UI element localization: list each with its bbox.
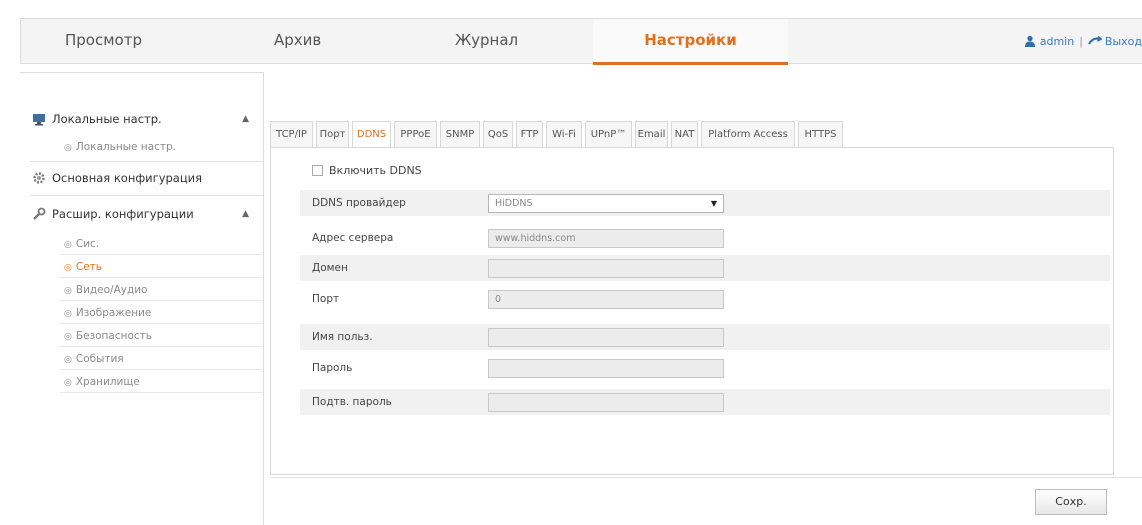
sidebar: Локальные настр. ▲ ◎ Локальные настр. Осн…	[20, 72, 264, 525]
sidebar-group-label: Локальные настр.	[52, 112, 162, 126]
tab-upnp[interactable]: UPnP™	[585, 121, 632, 148]
bullet-icon: ◎	[64, 378, 72, 388]
bullet-icon: ◎	[64, 332, 72, 342]
sidebar-item-security[interactable]: ◎ Безопасность	[60, 325, 263, 347]
tab-wifi[interactable]: Wi-Fi	[546, 121, 582, 148]
nav-tab-playback[interactable]: Архив	[274, 19, 321, 64]
enable-ddns-label: Включить DDNS	[329, 164, 422, 177]
wrench-icon	[33, 207, 46, 220]
user-area: admin | Выход	[1024, 19, 1142, 64]
sidebar-group-local[interactable]: Локальные настр. ▲	[20, 103, 263, 135]
sidebar-item-storage[interactable]: ◎ Хранилище	[60, 371, 263, 393]
sidebar-item-label: Хранилище	[75, 376, 140, 388]
sidebar-item-image[interactable]: ◎ Изображение	[60, 302, 263, 324]
logout-icon	[1088, 35, 1103, 45]
gear-icon	[33, 172, 45, 184]
password-field[interactable]	[488, 359, 724, 378]
username-label: Имя польз.	[312, 331, 373, 343]
tab-ddns[interactable]: DDNS	[352, 121, 391, 148]
tab-https[interactable]: HTTPS	[798, 121, 843, 148]
sidebar-group-label: Основная конфигурация	[52, 171, 203, 185]
tab-nat[interactable]: NAT	[671, 121, 698, 148]
bullet-icon: ◎	[64, 286, 72, 296]
monitor-icon	[33, 114, 45, 126]
server-label: Адрес сервера	[312, 232, 394, 244]
tab-tcpip[interactable]: TCP/IP	[270, 121, 313, 148]
divider	[270, 477, 1142, 478]
domain-label: Домен	[312, 262, 348, 274]
save-button[interactable]: Сохр.	[1035, 489, 1107, 515]
username-field[interactable]	[488, 328, 724, 347]
tab-port[interactable]: Порт	[316, 121, 349, 148]
bullet-icon: ◎	[64, 263, 72, 273]
sidebar-item-system[interactable]: ◎ Сис.	[60, 233, 263, 255]
sidebar-item-label: Локальные настр.	[75, 141, 176, 153]
enable-ddns-checkbox[interactable]	[312, 165, 323, 176]
nav-tab-log[interactable]: Журнал	[455, 19, 518, 64]
form-row-server: Адрес сервера www.hiddns.com	[300, 225, 1110, 251]
form-row-password: Пароль	[300, 355, 1110, 381]
provider-value: HiDDNS	[495, 198, 533, 209]
dropdown-arrow-icon: ▼	[710, 199, 717, 208]
enable-ddns-row: Включить DDNS	[312, 164, 422, 177]
tab-pppoe[interactable]: PPPoE	[394, 121, 437, 148]
sidebar-item-video-audio[interactable]: ◎ Видео/Аудио	[60, 279, 263, 301]
divider	[30, 195, 263, 196]
tab-email[interactable]: Email	[635, 121, 668, 148]
nav-tab-configuration[interactable]: Настройки	[593, 19, 788, 65]
tab-qos[interactable]: QoS	[483, 121, 513, 148]
collapse-arrow-icon[interactable]: ▲	[242, 103, 249, 135]
bullet-icon: ◎	[64, 240, 72, 250]
sidebar-item-label: Безопасность	[75, 330, 152, 342]
username-link[interactable]: admin	[1040, 35, 1074, 48]
bullet-icon: ◎	[64, 143, 72, 153]
sidebar-item-local-settings[interactable]: ◎ Локальные настр.	[60, 136, 263, 158]
form-row-port: Порт 0	[300, 286, 1110, 312]
port-label: Порт	[312, 293, 340, 305]
provider-label: DDNS провайдер	[312, 197, 406, 209]
top-navigation: Просмотр Архив Журнал Настройки admin | В…	[20, 18, 1142, 65]
form-row-domain: Домен	[300, 255, 1110, 281]
tab-snmp[interactable]: SNMP	[440, 121, 480, 148]
confirm-password-field[interactable]	[488, 393, 724, 412]
form-row-confirm-password: Подтв. пароль	[300, 389, 1110, 415]
sidebar-item-label: Сеть	[75, 261, 102, 273]
domain-field[interactable]	[488, 259, 724, 278]
tab-platform-access[interactable]: Platform Access	[701, 121, 795, 148]
nav-tab-live-view[interactable]: Просмотр	[65, 19, 142, 64]
collapse-arrow-icon[interactable]: ▲	[242, 198, 249, 230]
sidebar-item-label: Сис.	[75, 238, 100, 250]
sidebar-group-advanced-config[interactable]: Расшир. конфигурации ▲	[20, 198, 263, 230]
form-row-username: Имя польз.	[300, 324, 1110, 350]
sidebar-item-label: Видео/Аудио	[75, 284, 148, 296]
user-icon	[1024, 35, 1035, 47]
sidebar-group-basic-config[interactable]: Основная конфигурация	[20, 162, 263, 194]
confirm-password-label: Подтв. пароль	[312, 396, 392, 408]
sidebar-group-label: Расшир. конфигурации	[52, 207, 194, 221]
port-field[interactable]: 0	[488, 290, 724, 309]
sidebar-item-network[interactable]: ◎ Сеть	[60, 256, 263, 278]
sidebar-item-label: События	[75, 353, 124, 365]
server-address-field[interactable]: www.hiddns.com	[488, 229, 724, 248]
tab-ftp[interactable]: FTP	[516, 121, 543, 148]
form-row-provider: DDNS провайдер HiDDNS ▼	[300, 190, 1110, 216]
provider-select[interactable]: HiDDNS ▼	[488, 194, 724, 213]
bullet-icon: ◎	[64, 355, 72, 365]
sidebar-item-events[interactable]: ◎ События	[60, 348, 263, 370]
sidebar-item-label: Изображение	[75, 307, 152, 319]
bullet-icon: ◎	[64, 309, 72, 319]
user-separator: |	[1079, 35, 1083, 48]
logout-link[interactable]: Выход	[1105, 35, 1142, 48]
password-label: Пароль	[312, 362, 353, 374]
